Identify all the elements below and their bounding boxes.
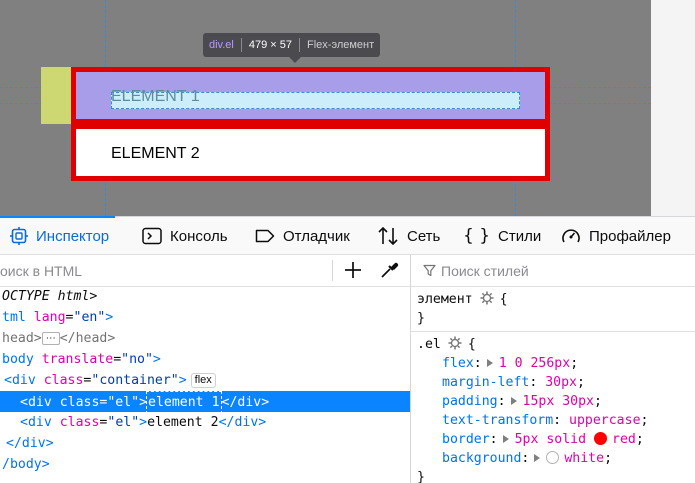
gear-icon[interactable] xyxy=(448,336,462,350)
tab-debugger-label: Отладчик xyxy=(283,227,350,245)
tab-profiler[interactable]: Профайлер xyxy=(561,217,671,255)
tab-style-editor[interactable]: { } Стили xyxy=(463,217,541,255)
tab-console[interactable]: Консоль xyxy=(142,217,228,255)
infobar-type: Flex-элемент xyxy=(307,39,375,51)
el-rule-header: .el{ xyxy=(417,336,476,352)
tree-node-container-close[interactable]: </div> xyxy=(6,433,410,454)
style-editor-icon: { } xyxy=(463,226,491,246)
styles-filter-input[interactable] xyxy=(441,263,681,279)
declaration-padding[interactable]: padding: 15px 30px; xyxy=(442,392,602,411)
debugger-icon xyxy=(255,229,275,243)
markup-panel: OCTYPE html> tml lang="en"> head>⋯</head… xyxy=(0,255,411,483)
tab-debugger[interactable]: Отладчик xyxy=(255,217,350,255)
tab-profiler-label: Профайлер xyxy=(589,227,671,245)
rules-panel: элемент{ } .el{ flex:1 0 256px; margin-l… xyxy=(411,255,695,483)
tab-inspector[interactable]: Инспектор xyxy=(0,216,116,255)
declaration-flex[interactable]: flex: 1 0 256px; xyxy=(442,354,578,373)
infobar-dimensions: 479 × 57 xyxy=(248,39,292,51)
declaration-background[interactable]: background: white; xyxy=(442,449,612,468)
declaration-border[interactable]: border: 5px solid red; xyxy=(442,430,644,449)
el-selector[interactable]: .el xyxy=(417,337,441,352)
eyedropper-icon[interactable] xyxy=(379,260,399,280)
tree-node-container[interactable]: <div class="container"> flex xyxy=(4,370,410,391)
markup-search-input[interactable] xyxy=(0,263,320,279)
expand-triangle-icon[interactable] xyxy=(486,359,493,367)
markup-search-bar xyxy=(0,255,410,287)
filter-icon xyxy=(423,264,436,277)
console-icon xyxy=(142,227,162,245)
declaration-text-transform[interactable]: text-transform: uppercase; xyxy=(442,411,648,430)
tree-node-body-close[interactable]: /body> xyxy=(2,454,410,475)
flex-item-element-1[interactable]: ELEMENT 1 xyxy=(71,67,550,124)
color-swatch-red[interactable] xyxy=(594,432,608,445)
expand-triangle-icon[interactable] xyxy=(534,454,541,462)
declaration-margin-left[interactable]: margin-left: 30px; xyxy=(442,373,585,392)
tab-inspector-label: Инспектор xyxy=(36,227,110,245)
element-1-text: ELEMENT 1 xyxy=(111,88,200,105)
styles-filter-bar xyxy=(411,255,695,287)
network-icon xyxy=(378,226,398,246)
flex-badge[interactable]: flex xyxy=(190,373,216,388)
add-node-icon[interactable] xyxy=(343,260,363,280)
tree-node-doctype[interactable]: OCTYPE html> xyxy=(2,286,410,307)
tree-node-head[interactable]: head> ⋯ </head> xyxy=(2,328,410,349)
collapsed-ellipsis[interactable]: ⋯ xyxy=(41,332,60,345)
infobar-arrow xyxy=(289,57,301,63)
gear-icon[interactable] xyxy=(480,291,494,305)
viewport-side-area xyxy=(651,0,695,216)
page-viewport: ELEMENT 1 ELEMENT 2 div.el 479 × 57 Flex… xyxy=(0,0,651,216)
inspector-icon xyxy=(10,227,28,245)
profiler-icon xyxy=(562,229,580,243)
element-2-text: ELEMENT 2 xyxy=(111,145,200,162)
tab-style-editor-label: Стили xyxy=(498,227,542,245)
tree-node-element-2[interactable]: <div class="el">element 2</div> xyxy=(20,412,410,433)
highlighter-infobar: div.el 479 × 57 Flex-элемент xyxy=(203,33,381,57)
element-rule-close: } xyxy=(417,311,425,326)
element-selector: элемент xyxy=(417,292,473,307)
tab-network-label: Сеть xyxy=(407,227,441,245)
tree-node-html[interactable]: tml lang="en"> xyxy=(2,307,410,328)
expand-triangle-icon[interactable] xyxy=(502,435,509,443)
devtools-toolbar: Инспектор Консоль Отладчик Сеть { } Стил… xyxy=(0,216,695,255)
tab-network[interactable]: Сеть xyxy=(377,217,440,255)
tree-node-element-1-selected[interactable]: <div class="el">element 1 </div> xyxy=(0,391,410,414)
element-rule-header: элемент{ xyxy=(417,291,508,307)
tab-console-label: Консоль xyxy=(170,227,228,245)
flex-item-element-2[interactable]: ELEMENT 2 xyxy=(71,124,550,181)
el-rule-close: } xyxy=(417,470,425,483)
infobar-tag: div.el xyxy=(209,39,234,51)
tree-node-body[interactable]: body translate="no"> xyxy=(2,349,410,370)
expand-triangle-icon[interactable] xyxy=(510,397,517,405)
color-swatch-white[interactable] xyxy=(546,451,560,464)
margin-highlight xyxy=(41,67,71,124)
